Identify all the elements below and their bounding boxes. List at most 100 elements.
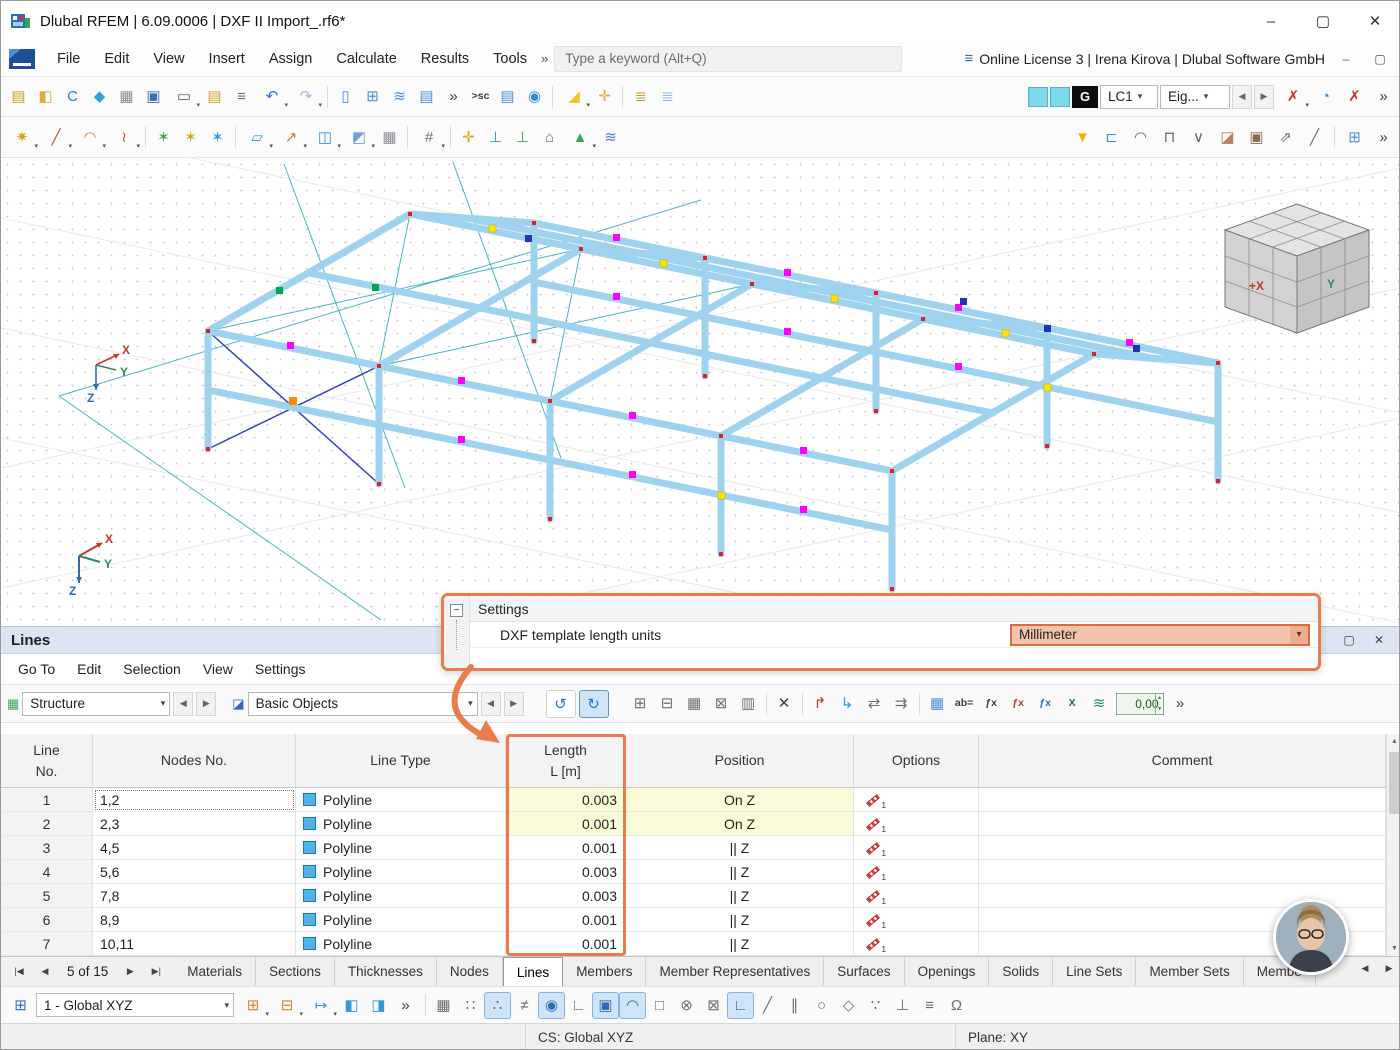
tab-members[interactable]: Members [563, 957, 646, 986]
prev-table-button[interactable]: ◀ [33, 961, 57, 983]
cell-length[interactable]: 0.001 [506, 908, 626, 932]
tab-thicknesses[interactable]: Thicknesses [335, 957, 437, 986]
objects-select[interactable]: Basic Objects ▾ [248, 692, 478, 716]
excel-export-icon[interactable]: X ▾ [1059, 690, 1086, 717]
snap-points-icon[interactable]: ∴ ▾ [484, 992, 511, 1019]
menu-assign[interactable]: Assign [257, 45, 325, 73]
insert-object-icon[interactable]: ✛ ▾ [591, 83, 618, 110]
cell-line-no[interactable]: 4 [1, 860, 93, 884]
corner-snap-icon[interactable]: ∟ ▾ [565, 992, 592, 1019]
eraser-icon[interactable]: ◪ ▾ [1214, 124, 1241, 151]
cell-line-type[interactable]: Polyline [296, 836, 506, 860]
scroll-down-icon[interactable]: ▼ [1387, 941, 1400, 956]
slope-tool-icon[interactable]: ╱ ▾ [1301, 124, 1328, 151]
cell-nodes[interactable]: 10,11 [93, 932, 296, 956]
undo-icon[interactable]: ↶ ▾ [255, 83, 289, 110]
cell-line-type[interactable]: Polyline [296, 812, 506, 836]
license-search-icon[interactable]: ≡ [964, 50, 971, 67]
menu-edit[interactable]: Edit [92, 45, 141, 73]
prev-case-button[interactable]: ◀ [1232, 85, 1252, 109]
connect-lines-icon[interactable]: # ▾ [412, 124, 446, 151]
cell-nodes[interactable]: 2,3 [93, 812, 296, 836]
cell-length[interactable]: 0.001 [506, 836, 626, 860]
grid-icon[interactable]: ▦ ▾ [430, 992, 457, 1019]
ortho-icon[interactable]: ∟ ▾ [727, 992, 754, 1019]
tabs-scroll-right-icon[interactable]: ▶ [1377, 957, 1400, 979]
block-icon[interactable]: ▦ ▾ [376, 124, 403, 151]
render-box-icon[interactable]: ▣ ▾ [1243, 124, 1270, 151]
value-spinner[interactable]: ▲▼ [1155, 693, 1164, 715]
cell-line-no[interactable]: 3 [1, 836, 93, 860]
tab-sections[interactable]: Sections [256, 957, 335, 986]
magnet-snap-icon[interactable]: Ω ▾ [943, 992, 970, 1019]
length-units-select[interactable]: Millimeter ▾ [1010, 624, 1310, 646]
cell-options[interactable]: 1 [854, 932, 979, 956]
cell-line-no[interactable]: 5 [1, 884, 93, 908]
scroll-up-icon[interactable]: ▲ [1387, 734, 1400, 749]
guidelines-icon[interactable]: ≠ ▾ [511, 992, 538, 1019]
lines-menu-edit[interactable]: Edit [66, 656, 112, 682]
object-snap-icon[interactable]: ◉ ▾ [538, 992, 565, 1019]
menu-view[interactable]: View [141, 45, 196, 73]
new-solid-icon[interactable]: ✶ ▾ [204, 124, 231, 151]
lines-toolbar-overflow-icon[interactable]: » [1167, 690, 1194, 717]
next-case-button[interactable]: ▶ [1254, 85, 1274, 109]
midpoint-snap-icon[interactable]: ∵ ▾ [862, 992, 889, 1019]
result-beam-icon[interactable]: ⊓ ▾ [1156, 124, 1183, 151]
cell-options[interactable]: 1 [854, 812, 979, 836]
delete-all-icon[interactable]: ✕ ▾ [771, 690, 798, 717]
move-row-up-icon[interactable]: ↱ ▾ [807, 690, 834, 717]
lines-menu-view[interactable]: View [192, 656, 244, 682]
viewport-3d[interactable]: +X Y X Y Z X Y [1, 158, 1400, 626]
new-surface-icon[interactable]: ✶ ▾ [177, 124, 204, 151]
table-manager-icon[interactable]: ⊞ ▾ [1341, 124, 1368, 151]
mirror-icon[interactable]: ◫ ▾ [308, 124, 342, 151]
structure-select[interactable]: Structure ▾ [22, 692, 170, 716]
fx-icon[interactable]: ƒx ▾ [978, 690, 1005, 717]
move-cs-icon[interactable]: ↦ ▾ [304, 992, 338, 1019]
cell-options[interactable]: 1 [854, 788, 979, 812]
select-table-icon[interactable]: ▥ ▾ [735, 690, 762, 717]
parallel-snap-icon[interactable]: ∥ ▾ [781, 992, 808, 1019]
jump-to-model-icon[interactable]: ↺ [546, 690, 576, 718]
table-scrollbar[interactable]: ▲ ▼ [1386, 734, 1400, 956]
probe-icon[interactable]: ∨ ▾ [1185, 124, 1212, 151]
table-view-icon[interactable]: ⊞ ▾ [359, 83, 386, 110]
cell-nodes[interactable]: 4,5 [93, 836, 296, 860]
circle-select-icon[interactable]: ⊗ ▾ [673, 992, 700, 1019]
fill-table-icon[interactable]: ▦ ▾ [681, 690, 708, 717]
ab-filter-icon[interactable]: ab= ▾ [951, 690, 978, 717]
tab-solids[interactable]: Solids [989, 957, 1053, 986]
delete-results-icon[interactable]: ✗ ▾ [1276, 83, 1310, 110]
cell-options[interactable]: 1 [854, 860, 979, 884]
view-config-2-icon[interactable] [1050, 87, 1070, 107]
cell-nodes[interactable]: 7,8 [93, 884, 296, 908]
cell-position[interactable]: || Z [626, 932, 854, 956]
cell-options[interactable]: 1 [854, 884, 979, 908]
rotate-object-icon[interactable]: ◩ ▾ [342, 124, 376, 151]
cell-comment[interactable] [979, 788, 1386, 812]
printout-page-icon[interactable]: ▯ ▾ [332, 83, 359, 110]
model-cube-icon[interactable]: ◆ ▾ [86, 83, 113, 110]
fx-delete-icon[interactable]: ƒx ▾ [1005, 690, 1032, 717]
delete-row-icon[interactable]: ⊟ ▾ [654, 690, 681, 717]
cell-comment[interactable] [979, 836, 1386, 860]
tabs-scroll-left-icon[interactable]: ◀ [1353, 957, 1377, 979]
clear-cells-icon[interactable]: ⊠ ▾ [708, 690, 735, 717]
tab-lines[interactable]: Lines [503, 957, 563, 986]
cell-length[interactable]: 0.003 [506, 884, 626, 908]
copy-icon[interactable]: ▱ ▾ [240, 124, 274, 151]
clip-plane-icon[interactable]: ⊏ ▾ [1098, 124, 1125, 151]
scale-icon[interactable]: >sc ▾ [467, 83, 494, 110]
collapse-icon[interactable]: − [450, 604, 463, 617]
save-icon[interactable]: ▣ ▾ [140, 83, 167, 110]
layers-icon[interactable]: ≡ ▾ [916, 992, 943, 1019]
panel-minimize-icon[interactable]: – [1333, 48, 1359, 70]
search-input[interactable] [554, 46, 902, 72]
diagonal-snap-icon[interactable]: ╱ ▾ [754, 992, 781, 1019]
snap-icon[interactable]: ∷ ▾ [457, 992, 484, 1019]
new-node-icon[interactable]: ✷ ▾ [5, 124, 39, 151]
level-down-icon[interactable]: ≣ ▾ [654, 83, 681, 110]
objects-next-button[interactable]: ▶ [504, 692, 524, 716]
cell-length[interactable]: 0.001 [506, 812, 626, 836]
